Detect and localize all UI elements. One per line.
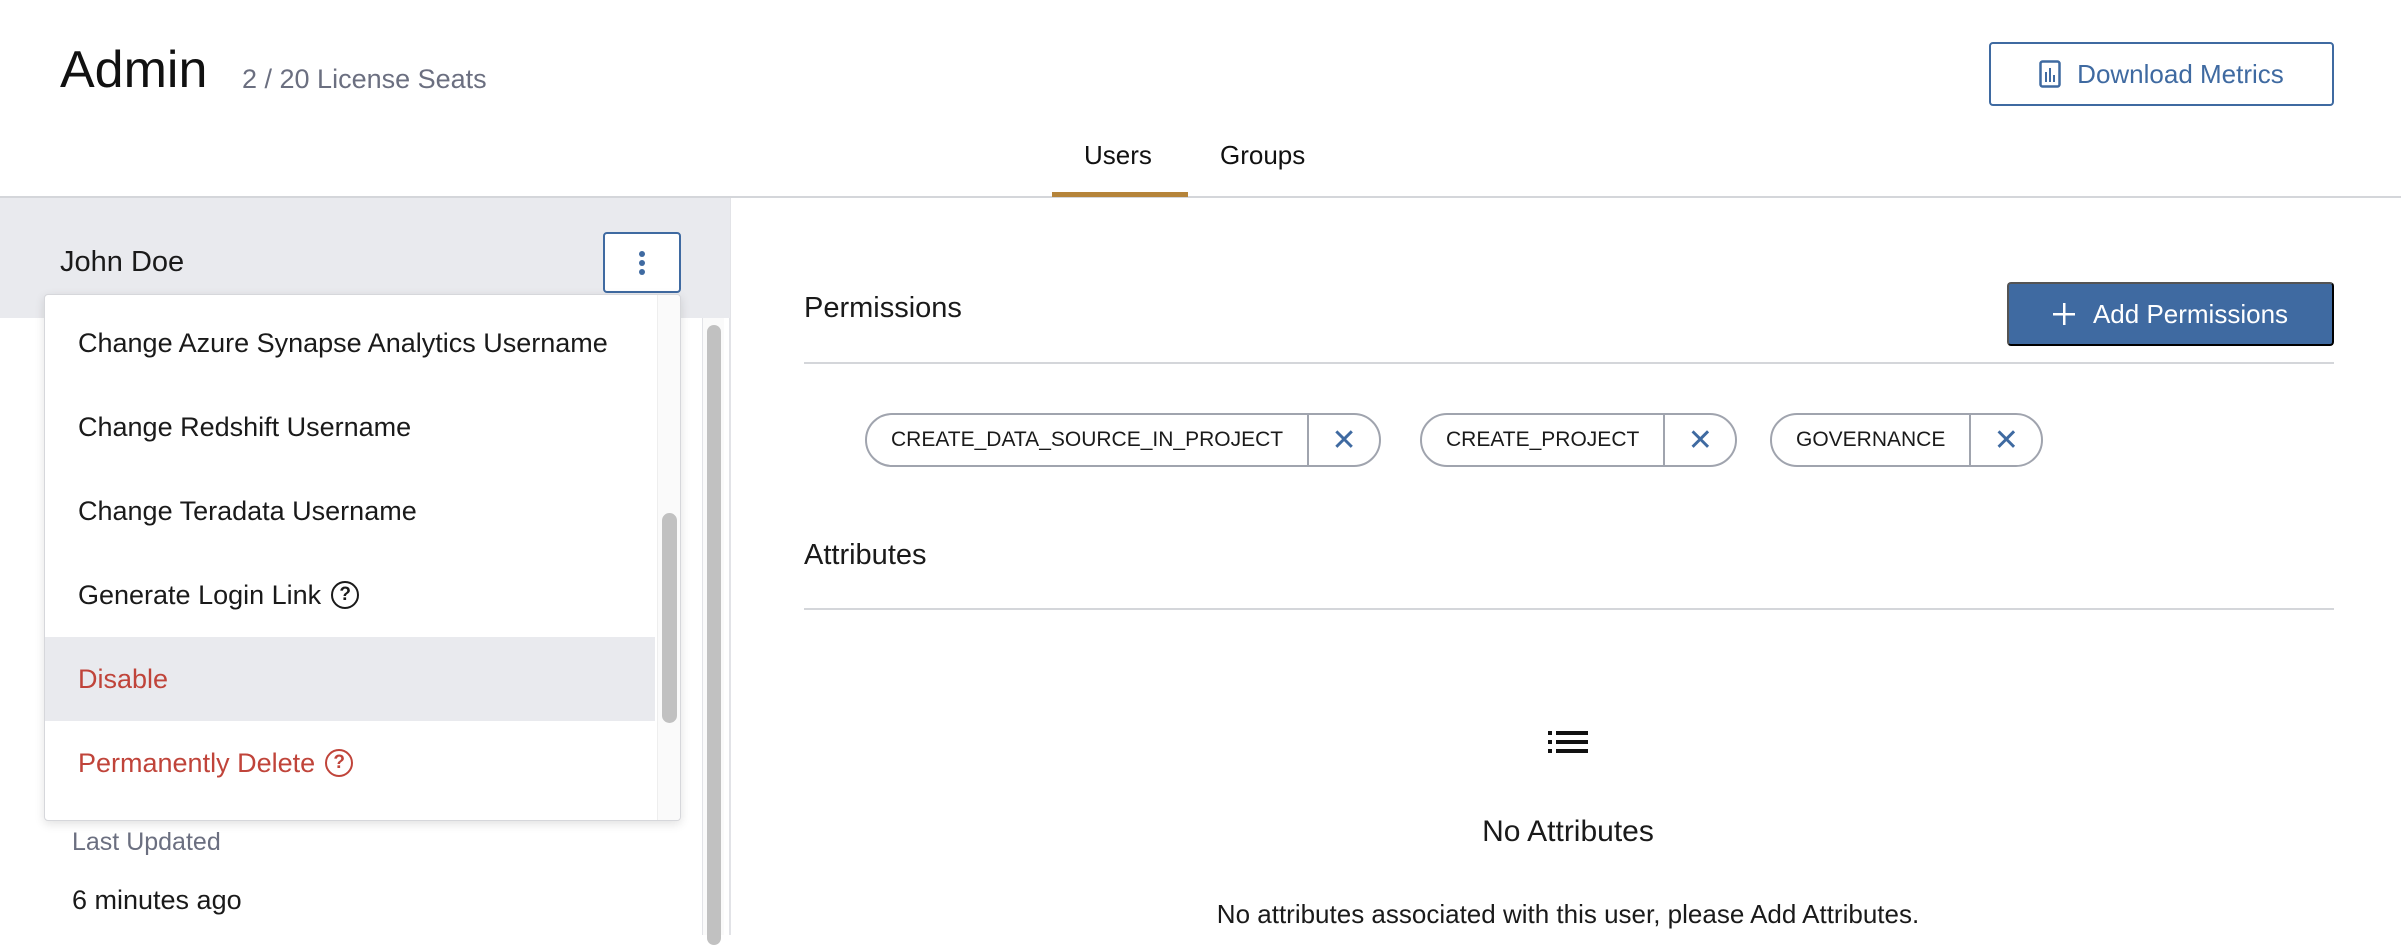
user-name: John Doe — [60, 246, 185, 278]
license-seats: 2 / 20 License Seats — [242, 64, 487, 94]
menu-item-label: Disable — [78, 663, 169, 694]
page-title: Admin — [60, 41, 208, 99]
tab-users[interactable]: Users — [1084, 140, 1152, 171]
remove-icon[interactable]: ✕ — [1665, 423, 1735, 458]
menu-scrollbar-track[interactable] — [657, 295, 680, 820]
menu-item-label: Generate Login Link — [78, 579, 322, 610]
plus-icon — [2052, 303, 2075, 325]
menu-item-disable[interactable]: Disable — [45, 637, 655, 721]
menu-item-label: Permanently Delete — [78, 747, 316, 778]
download-metrics-label: Download Metrics — [2077, 58, 2284, 89]
bar-chart-icon — [2039, 60, 2061, 88]
attributes-heading: Attributes — [804, 539, 927, 571]
remove-icon[interactable]: ✕ — [1971, 423, 2041, 458]
menu-item-generate-login-link[interactable]: Generate Login Link? — [45, 553, 655, 637]
tab-groups[interactable]: Groups — [1220, 140, 1305, 171]
more-actions-button[interactable] — [603, 232, 681, 293]
menu-item-permanently-delete[interactable]: Permanently Delete? — [45, 721, 655, 805]
permissions-divider — [804, 362, 2334, 364]
empty-state-description: No attributes associated with this user,… — [1216, 899, 1920, 929]
attributes-divider — [804, 608, 2334, 610]
menu-item-change-redshift-username[interactable]: Change Redshift Username — [45, 385, 655, 469]
add-permissions-label: Add Permissions — [2092, 298, 2289, 329]
help-icon[interactable]: ? — [325, 749, 354, 777]
permission-chip-label: GOVERNANCE — [1772, 415, 1972, 465]
user-actions-menu: Change Azure Synapse Analytics Username … — [44, 294, 681, 821]
remove-icon[interactable]: ✕ — [1309, 423, 1379, 458]
menu-scrollbar-thumb[interactable] — [662, 513, 677, 723]
empty-state-title: No Attributes — [1482, 815, 1654, 848]
permission-chip-label: CREATE_DATA_SOURCE_IN_PROJECT — [867, 415, 1310, 465]
menu-item-change-teradata-username[interactable]: Change Teradata Username — [45, 469, 655, 553]
panel-scrollbar-thumb[interactable] — [707, 325, 721, 945]
menu-item-label: Change Redshift Username — [78, 411, 412, 442]
menu-item-label: Change Teradata Username — [78, 495, 417, 526]
permission-chip: CREATE_PROJECT ✕ — [1420, 413, 1738, 467]
permission-chip: CREATE_DATA_SOURCE_IN_PROJECT ✕ — [865, 413, 1382, 467]
list-icon — [1548, 731, 1588, 753]
active-tab-indicator — [1052, 192, 1188, 197]
help-icon[interactable]: ? — [331, 581, 360, 609]
kebab-icon — [639, 250, 645, 275]
menu-item-label: Change Azure Synapse Analytics Username — [78, 327, 608, 358]
add-permissions-button[interactable]: Add Permissions — [2007, 282, 2334, 346]
download-metrics-button[interactable]: Download Metrics — [1989, 42, 2334, 106]
permission-chip: GOVERNANCE ✕ — [1770, 413, 2044, 467]
menu-item-change-azure-synapse-username[interactable]: Change Azure Synapse Analytics Username — [45, 301, 655, 385]
permissions-heading: Permissions — [804, 292, 962, 324]
permission-chip-label: CREATE_PROJECT — [1422, 415, 1666, 465]
